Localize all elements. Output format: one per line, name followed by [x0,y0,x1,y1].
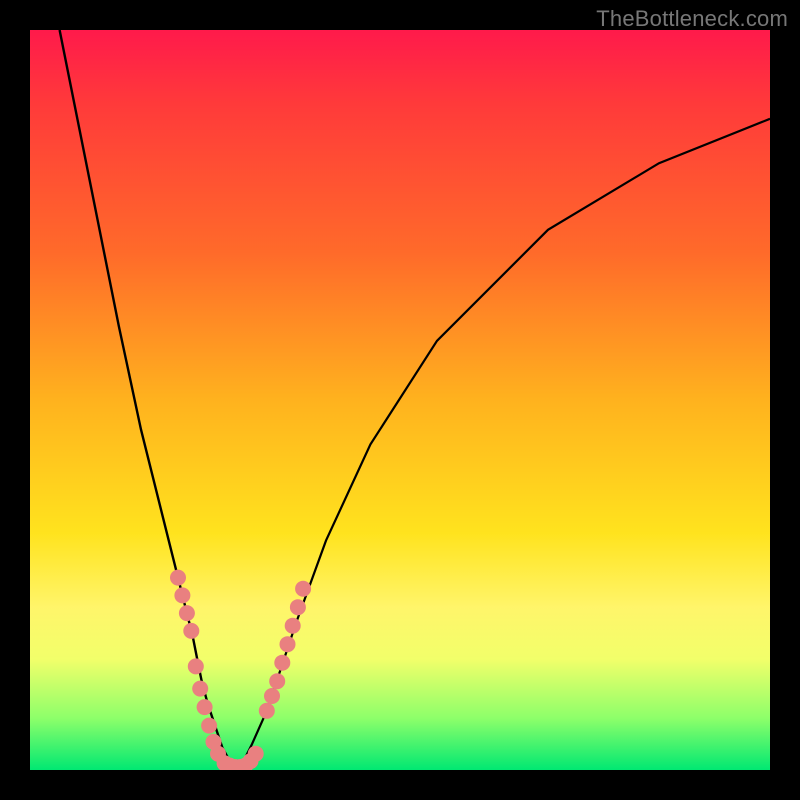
chart-frame: TheBottleneck.com [0,0,800,800]
data-point [192,681,208,697]
data-point [201,718,217,734]
data-point [290,599,306,615]
data-point [248,746,264,762]
data-point [170,570,186,586]
curve-right-branch [237,119,770,767]
curve-layer [30,30,770,770]
data-point [174,587,190,603]
data-point [197,699,213,715]
watermark-text: TheBottleneck.com [596,6,788,32]
curve-left-branch [60,30,238,767]
data-point [285,618,301,634]
data-point [188,658,204,674]
data-point [280,636,296,652]
data-point [183,623,199,639]
data-point [179,605,195,621]
data-point [269,673,285,689]
data-point [259,703,275,719]
data-point [274,655,290,671]
data-point [264,688,280,704]
plot-area [30,30,770,770]
dots-right-branch [259,581,311,719]
data-point [295,581,311,597]
